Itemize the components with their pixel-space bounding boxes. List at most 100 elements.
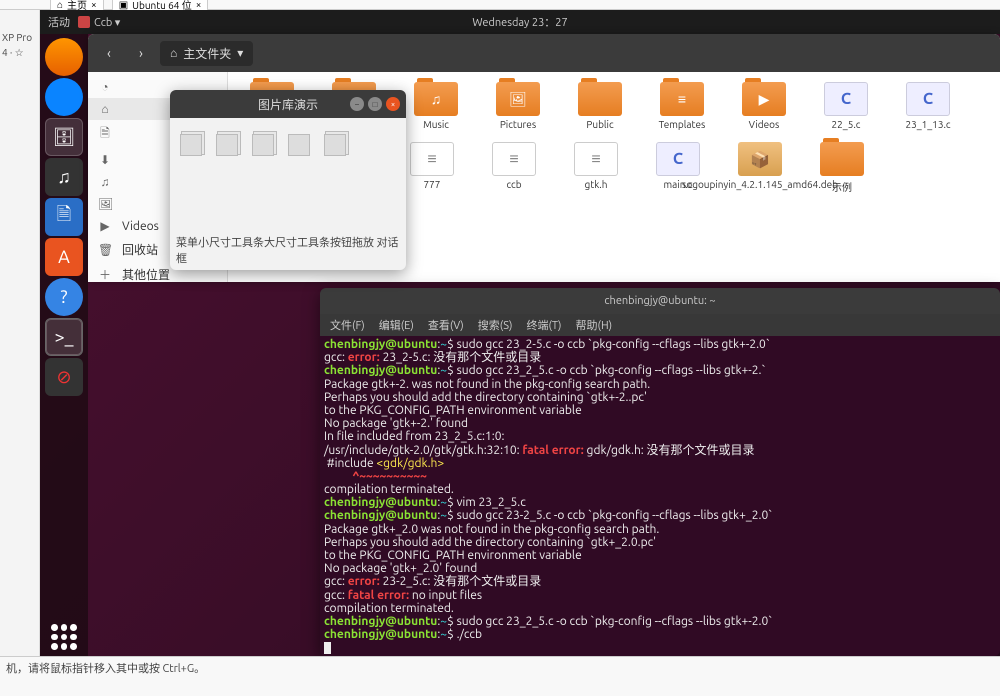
dock-terminal[interactable]: >_ <box>45 318 83 356</box>
menu-item[interactable]: 帮助(H) <box>576 317 613 333</box>
terminal-line: to the PKG_CONFIG_PATH environment varia… <box>324 404 996 417</box>
terminal-window: chenbingjy@ubuntu: ~ 文件(F) 编辑(E) 查看(V) 搜索(S… <box>320 288 1000 656</box>
terminal-line: /usr/include/gtk-2.0/gtk/gtk.h:32:10: fa… <box>324 444 996 457</box>
terminal-line: No package 'gtk+_2.0' found <box>324 562 996 575</box>
file-icon: ▶ <box>742 82 786 116</box>
thumb-icon[interactable] <box>252 134 274 156</box>
file-item[interactable]: C23_1_13.c <box>900 82 956 130</box>
file-icon: ≡ <box>410 142 454 176</box>
terminal-line: Perhaps you should add the directory con… <box>324 536 996 549</box>
file-item[interactable]: 🖼 Pictures <box>490 82 546 130</box>
maximize-button[interactable]: □ <box>368 97 382 111</box>
dock-writer[interactable]: 🗎 <box>45 198 83 236</box>
sb-label: 回收站 <box>122 241 158 258</box>
file-icon: 📦 <box>738 142 782 176</box>
menu-item[interactable]: 搜索(S) <box>478 317 513 333</box>
file-item[interactable]: ≡ccb <box>486 142 542 194</box>
terminal-line: No package 'gtk+-2.' found <box>324 417 996 430</box>
file-icon <box>578 82 622 116</box>
thumb-icon[interactable] <box>216 134 238 156</box>
file-item[interactable]: 📦sogoupinyin_4.2.1.145_amd64.deb <box>732 142 788 194</box>
vm-icon: ▣ <box>119 0 128 11</box>
path-label: 主文件夹 <box>183 45 231 62</box>
files-header: ‹ › ⌂ 主文件夹 ▾ <box>88 34 1000 72</box>
dock-thunderbird[interactable] <box>45 78 83 116</box>
activities-button[interactable]: 活动 <box>48 14 70 30</box>
path-bar[interactable]: ⌂ 主文件夹 ▾ <box>160 41 253 66</box>
app-icon <box>78 16 90 28</box>
file-label: ccb <box>506 179 521 190</box>
overlay-body <box>170 118 406 172</box>
file-item[interactable]: Public <box>572 82 628 130</box>
terminal-line: gcc: error: 23-2_5.c: 没有那个文件或目录 <box>324 575 996 588</box>
file-item[interactable]: ≡Templates <box>654 82 710 130</box>
host-tab-bar: ⌂主页× ▣Ubuntu 64 位× <box>0 0 1000 10</box>
file-item[interactable]: ▶Videos <box>736 82 792 130</box>
file-item[interactable]: ≡gtk.h <box>568 142 624 194</box>
terminal-line: #include <gdk/gdk.h> <box>324 457 996 470</box>
file-icon: C <box>656 142 700 176</box>
menu-item[interactable]: 终端(T) <box>526 317 561 333</box>
image-demo-window: 图片库演示 – □ × 菜单小尺寸工具条大尺寸工具条按钮拖放 对话框 <box>170 90 406 270</box>
dock-software[interactable]: A <box>45 238 83 276</box>
file-icon: 🖼 <box>496 82 540 116</box>
thumb-icon[interactable] <box>180 134 202 156</box>
file-item[interactable]: ≡ 777 <box>404 142 460 194</box>
terminal-line: compilation terminated. <box>324 483 996 496</box>
thumb-icon[interactable] <box>288 134 310 156</box>
file-label: 22_5.c <box>832 119 861 130</box>
sb-icon: ⬇ <box>98 153 112 167</box>
minimize-button[interactable]: – <box>350 97 364 111</box>
sb-icon: ▶ <box>98 219 112 233</box>
dock-help[interactable]: ? <box>45 278 83 316</box>
app-menu[interactable]: Ccb ▾ <box>78 16 120 29</box>
terminal-line: chenbingjy@ubuntu:~$ sudo gcc 23-2_5.c -… <box>324 509 996 522</box>
terminal-line: to the PKG_CONFIG_PATH environment varia… <box>324 549 996 562</box>
cursor <box>324 642 331 654</box>
sb-icon: ◔ <box>98 80 112 94</box>
sb-icon: ♫ <box>98 175 112 189</box>
sb-label: Videos <box>122 220 159 233</box>
sb-icon: 🖼 <box>98 197 112 211</box>
clock[interactable]: Wednesday 23：27 <box>472 14 567 30</box>
close-button[interactable]: × <box>386 97 400 111</box>
file-item[interactable]: ♫Music <box>408 82 464 130</box>
file-icon: ♫ <box>414 82 458 116</box>
nav-forward-button[interactable]: › <box>128 40 154 66</box>
sb-icon: 🗑 <box>98 243 112 257</box>
terminal-icon: >_ <box>55 327 74 347</box>
help-icon: ? <box>60 287 67 307</box>
file-icon <box>820 142 864 176</box>
nav-back-button[interactable]: ‹ <box>96 40 122 66</box>
sb-icon: ⌂ <box>98 102 112 116</box>
terminal-title[interactable]: chenbingjy@ubuntu: ~ <box>320 288 1000 314</box>
terminal-line: Package gtk+_2.0 was not found in the pk… <box>324 523 996 536</box>
file-icon: ≡ <box>660 82 704 116</box>
file-item[interactable]: 示例 <box>814 142 870 194</box>
thumb-icon[interactable] <box>324 134 346 156</box>
gnome-top-bar: 活动 Ccb ▾ Wednesday 23：27 <box>40 10 1000 34</box>
file-label: 777 <box>424 179 441 190</box>
window-title[interactable]: 图片库演示 – □ × <box>170 90 406 118</box>
close-icon[interactable]: × <box>91 0 97 10</box>
terminal-line: chenbingjy@ubuntu:~$ vim 23_2_5.c <box>324 496 996 509</box>
file-label: Public <box>586 119 613 130</box>
file-item[interactable]: C 22_5.c <box>818 82 874 130</box>
menu-item[interactable]: 查看(V) <box>428 317 464 333</box>
dock-show-apps[interactable] <box>45 618 83 656</box>
dock-firefox[interactable] <box>45 38 83 76</box>
vm-display: 活动 Ccb ▾ Wednesday 23：27 🗄 ♫ 🗎 A ? >_ ⊘ … <box>40 10 1000 656</box>
music-icon: ♫ <box>57 167 71 188</box>
terminal-body[interactable]: chenbingjy@ubuntu:~$ sudo gcc 23_2-5.c -… <box>320 336 1000 656</box>
menu-item[interactable]: 编辑(E) <box>379 317 414 333</box>
close-icon[interactable]: × <box>196 0 202 10</box>
dock-rhythmbox[interactable]: ♫ <box>45 158 83 196</box>
home-icon: ⌂ <box>170 46 177 60</box>
menu-item[interactable]: 文件(F) <box>330 317 365 333</box>
dock-screenshot[interactable]: ⊘ <box>45 358 83 396</box>
terminal-line: chenbingjy@ubuntu:~$ sudo gcc 23_2-5.c -… <box>324 338 996 351</box>
dock-files[interactable]: 🗄 <box>45 118 83 156</box>
terminal-line: In file included from 23_2_5.c:1:0: <box>324 430 996 443</box>
file-icon: C <box>824 82 868 116</box>
file-label: Pictures <box>500 119 536 130</box>
